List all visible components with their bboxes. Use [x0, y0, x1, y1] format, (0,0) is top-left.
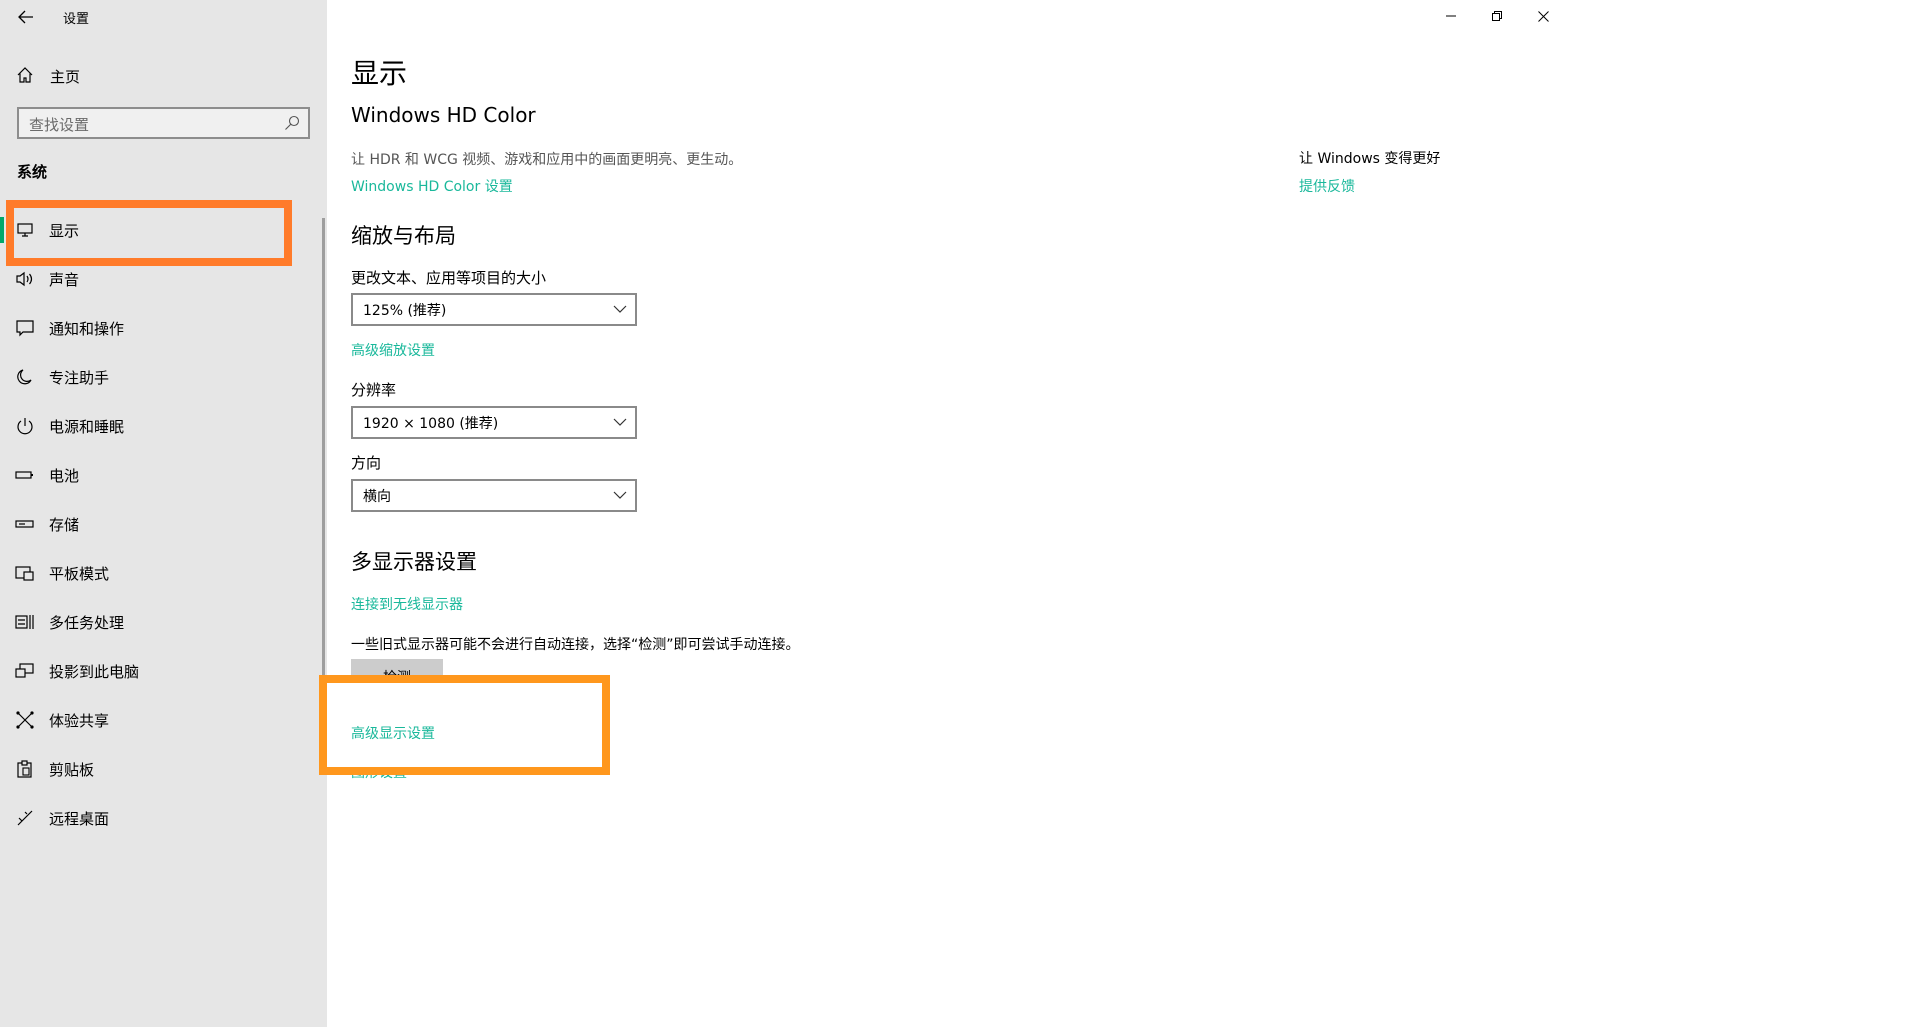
scale-dropdown[interactable]: 125% (推荐) [351, 293, 637, 326]
restore-icon [1492, 11, 1502, 21]
app-title: 设置 [63, 12, 90, 27]
speaker-icon [16, 271, 33, 287]
nav-home-label: 主页 [50, 68, 81, 86]
advanced-display-settings-link[interactable]: 高级显示设置 [351, 723, 435, 743]
moon-icon [17, 369, 32, 385]
monitor-icon [17, 223, 33, 237]
resolution-dropdown[interactable]: 1920 × 1080 (推荐) [351, 406, 637, 439]
scale-layout-heading: 缩放与布局 [351, 224, 456, 248]
orientation-label: 方向 [351, 454, 382, 472]
resolution-label: 分辨率 [351, 381, 397, 399]
sidebar-item-project[interactable]: 投影到此电脑 [0, 651, 322, 691]
sidebar-item-label: 电池 [49, 467, 80, 485]
sidebar-item-remote-desktop[interactable]: 远程桌面 [0, 798, 322, 838]
page-title: 显示 [351, 57, 408, 90]
sidebar-item-tablet-mode[interactable]: 平板模式 [0, 553, 322, 593]
battery-icon [15, 471, 33, 479]
sidebar-item-label: 存储 [49, 516, 80, 534]
improve-windows-heading: 让 Windows 变得更好 [1299, 151, 1441, 167]
sidebar-item-label: 剪贴板 [49, 761, 95, 779]
multi-display-heading: 多显示器设置 [351, 550, 477, 574]
sidebar-item-label: 声音 [49, 271, 80, 289]
sidebar-item-shared-experiences[interactable]: 体验共享 [0, 700, 322, 740]
search-input[interactable]: 查找设置 [17, 107, 310, 139]
orientation-dropdown-value: 横向 [363, 489, 391, 505]
sidebar: 设置 主页 查找设置 系统 显示 声音 通知和操作 专注助手 电源和睡眠 电池 … [0, 0, 327, 1027]
sidebar-item-battery[interactable]: 电池 [0, 455, 322, 495]
close-icon [1537, 10, 1549, 22]
hd-color-settings-link[interactable]: Windows HD Color 设置 [351, 176, 513, 196]
sidebar-item-multitasking[interactable]: 多任务处理 [0, 602, 322, 642]
storage-icon [15, 520, 34, 528]
back-button[interactable] [12, 4, 40, 30]
scale-dropdown-value: 125% (推荐) [363, 303, 447, 319]
chevron-down-icon [613, 491, 627, 499]
section-label-system: 系统 [17, 163, 48, 181]
search-icon[interactable] [284, 115, 300, 131]
sidebar-item-notifications[interactable]: 通知和操作 [0, 308, 322, 348]
sidebar-item-label: 体验共享 [49, 712, 110, 730]
minimize-icon [1446, 15, 1456, 17]
home-icon [17, 67, 33, 83]
sidebar-item-label: 远程桌面 [49, 810, 110, 828]
restore-button[interactable] [1474, 0, 1520, 32]
back-arrow-icon [18, 10, 33, 24]
shared-experiences-icon [16, 711, 34, 729]
graphics-settings-link[interactable]: 图形设置 [351, 762, 407, 782]
main-content: 显示 Windows HD Color 让 HDR 和 WCG 视频、游戏和应用… [327, 0, 1920, 1027]
sidebar-item-label: 电源和睡眠 [49, 418, 125, 436]
sidebar-item-storage[interactable]: 存储 [0, 504, 322, 544]
scale-label: 更改文本、应用等项目的大小 [351, 269, 547, 287]
hd-color-description: 让 HDR 和 WCG 视频、游戏和应用中的画面更明亮、更生动。 [351, 152, 743, 168]
sidebar-item-label: 投影到此电脑 [49, 663, 140, 681]
nav-home[interactable]: 主页 [0, 58, 327, 92]
title-bar: 设置 [0, 0, 327, 34]
sidebar-item-label: 专注助手 [49, 369, 110, 387]
feedback-link[interactable]: 提供反馈 [1299, 176, 1355, 196]
project-icon [15, 663, 34, 678]
close-button[interactable] [1520, 0, 1566, 32]
sidebar-item-display[interactable]: 显示 [0, 210, 322, 250]
chevron-down-icon [613, 418, 627, 426]
clipboard-icon [17, 760, 32, 778]
remote-desktop-icon [17, 810, 33, 826]
active-indicator [0, 217, 4, 243]
wireless-display-link[interactable]: 连接到无线显示器 [351, 594, 463, 614]
sidebar-item-sound[interactable]: 声音 [0, 259, 322, 299]
sidebar-item-clipboard[interactable]: 剪贴板 [0, 749, 322, 789]
power-icon [17, 418, 33, 435]
tablet-mode-icon [15, 566, 34, 581]
detect-button-label: 检测 [383, 670, 411, 686]
sidebar-item-focus-assist[interactable]: 专注助手 [0, 357, 322, 397]
sidebar-item-label: 多任务处理 [49, 614, 125, 632]
detect-button[interactable]: 检测 [351, 659, 443, 691]
advanced-scaling-link[interactable]: 高级缩放设置 [351, 340, 435, 360]
sidebar-item-label: 通知和操作 [49, 320, 125, 338]
search-placeholder: 查找设置 [29, 116, 90, 134]
sidebar-item-power-sleep[interactable]: 电源和睡眠 [0, 406, 322, 446]
notification-icon [16, 320, 34, 337]
sidebar-item-label: 平板模式 [49, 565, 110, 583]
orientation-dropdown[interactable]: 横向 [351, 479, 637, 512]
minimize-button[interactable] [1428, 0, 1474, 32]
multitasking-icon [15, 615, 34, 629]
chevron-down-icon [613, 305, 627, 313]
resolution-dropdown-value: 1920 × 1080 (推荐) [363, 416, 499, 432]
multi-display-note: 一些旧式显示器可能不会进行自动连接，选择“检测”即可尝试手动连接。 [351, 637, 800, 653]
sidebar-scrollbar[interactable] [322, 218, 325, 678]
sidebar-item-label: 显示 [49, 222, 80, 240]
hd-color-heading: Windows HD Color [351, 103, 536, 127]
